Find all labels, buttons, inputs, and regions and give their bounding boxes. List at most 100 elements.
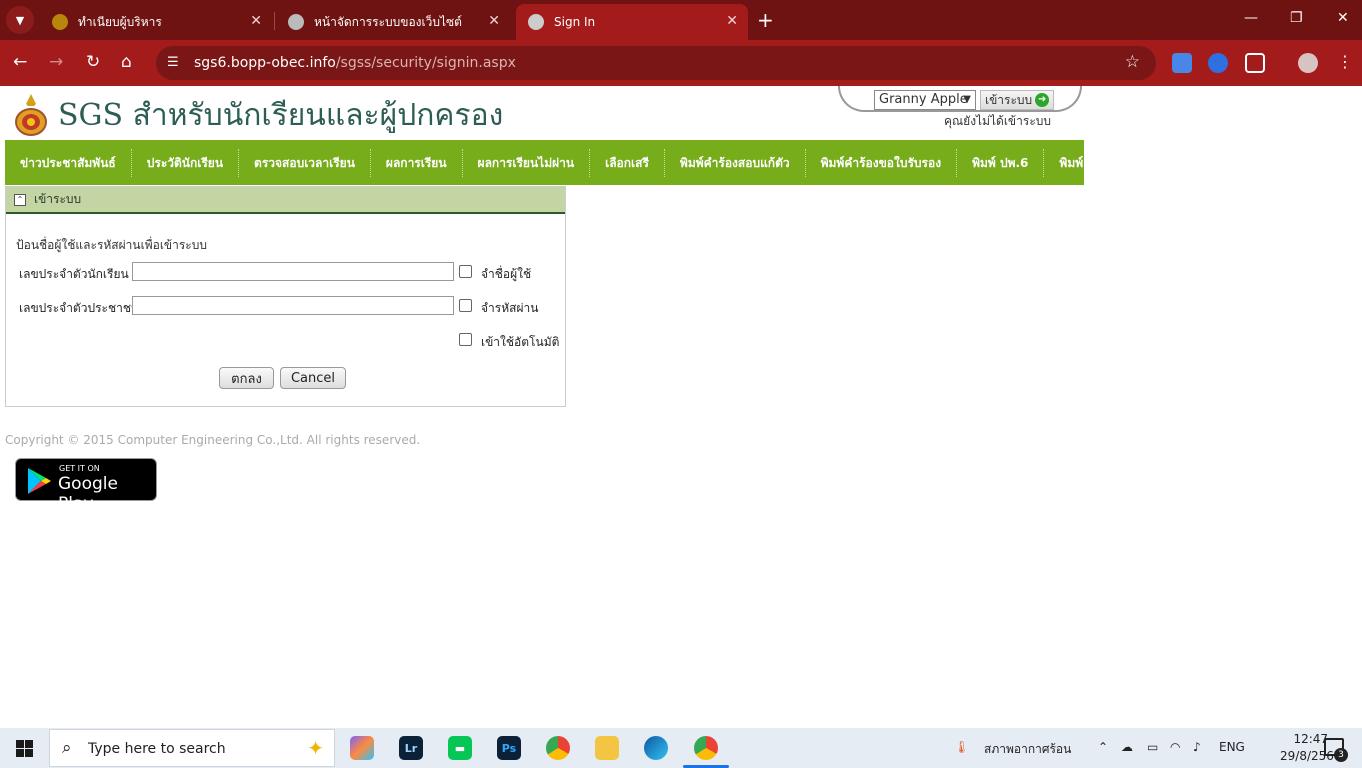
menu-item-electives[interactable]: เลือกเสรี: [590, 148, 665, 177]
auto-login-checkbox[interactable]: [459, 333, 472, 346]
site-info-icon[interactable]: ☰: [167, 55, 179, 70]
copilot-app-icon[interactable]: [350, 736, 374, 760]
login-panel-title: เข้าระบบ: [34, 192, 82, 206]
gplay-big-text: Google Play: [58, 474, 118, 514]
copilot-sparkle-icon: ✦: [307, 736, 324, 760]
home-icon[interactable]: ⌂: [121, 52, 132, 72]
browser-tab-strip: ▼ ทำเนียบผู้บริหาร ✕ หน้าจัดการระบบของเว…: [0, 0, 1362, 40]
tab-site-admin[interactable]: หน้าจัดการระบบของเว็บไซต์ ✕: [276, 4, 510, 40]
search-icon: ⌕: [62, 738, 72, 758]
tab-title: ทำเนียบผู้บริหาร: [78, 14, 162, 29]
header-login-button[interactable]: เข้าระบบ ➜: [980, 90, 1055, 110]
remember-user-checkbox[interactable]: [459, 265, 472, 278]
ok-button[interactable]: ตกลง: [219, 367, 274, 389]
google-play-badge[interactable]: GET IT ON Google Play: [15, 458, 157, 514]
user-select-value: Granny Apple: [879, 92, 968, 107]
bookmark-star-icon[interactable]: ☆: [1125, 52, 1140, 72]
reload-icon[interactable]: ↻: [86, 52, 100, 72]
menu-item-grades[interactable]: ผลการเรียน: [371, 148, 463, 177]
restore-icon[interactable]: ❐: [1290, 10, 1303, 26]
close-tab-icon[interactable]: ✕: [726, 13, 738, 29]
chevron-up-icon[interactable]: ⌃: [1098, 740, 1108, 754]
notification-count-badge: 3: [1334, 748, 1348, 762]
school-seal-icon: [52, 14, 68, 30]
browser-toolbar: ← → ↻ ⌂ ☰ sgs6.bopp-obec.info/sgss/secur…: [0, 40, 1362, 86]
globe-icon: [288, 14, 304, 30]
remember-password-label: จำรหัสผ่าน: [481, 301, 539, 315]
line-app-icon[interactable]: ▬: [448, 736, 472, 760]
weather-text[interactable]: สภาพอากาศร้อน: [984, 740, 1071, 759]
google-play-icon: [28, 468, 51, 494]
input-language[interactable]: ENG: [1219, 740, 1245, 754]
menu-item-news[interactable]: ข่าวประชาสัมพันธ์: [5, 148, 132, 177]
edge-app-icon[interactable]: [644, 736, 668, 760]
thermometer-icon[interactable]: 🌡: [954, 740, 969, 754]
auto-login-label: เข้าใช้อัตโนมัติ: [481, 335, 560, 349]
address-bar[interactable]: ☰ sgs6.bopp-obec.info/sgss/security/sign…: [156, 46, 1156, 80]
close-tab-icon[interactable]: ✕: [488, 13, 500, 29]
tab-search-chevron-icon[interactable]: ▼: [6, 6, 34, 34]
url-host: sgs6.bopp-obec.info: [194, 55, 336, 71]
new-tab-button[interactable]: +: [757, 8, 774, 32]
copyright-text: Copyright © 2015 Computer Engineering Co…: [5, 433, 421, 447]
onedrive-sync-icon[interactable]: ☁: [1121, 740, 1133, 754]
extensions-puzzle-icon[interactable]: [1245, 53, 1265, 73]
meet-now-icon[interactable]: ▭: [1147, 740, 1158, 754]
minimize-icon[interactable]: —: [1244, 10, 1258, 26]
profile-avatar[interactable]: [1298, 53, 1318, 73]
tab-title: Sign In: [554, 15, 596, 29]
search-placeholder: Type here to search: [88, 741, 226, 757]
login-panel: ⌃ เข้าระบบ ป้อนชื่อผู้ใช้และรหัสผ่านเพื่…: [5, 186, 566, 407]
menu-item-print-pp1[interactable]: พิมพ์ ปพ.1: [1044, 149, 1130, 177]
chrome-app-icon[interactable]: [546, 736, 570, 760]
user-select-dropdown[interactable]: Granny Apple ▼: [874, 90, 976, 110]
citizen-id-label: เลขประจำตัวประชาชน: [19, 301, 140, 315]
header-login-label: เข้าระบบ: [985, 92, 1033, 107]
more-menu-icon[interactable]: ⋮: [1337, 52, 1353, 71]
menu-item-student-profile[interactable]: ประวัตินักเรียน: [132, 148, 240, 177]
photoshop-app-icon[interactable]: Ps: [497, 736, 521, 760]
zoom-extension-icon[interactable]: [1208, 53, 1228, 73]
main-menu: ข่าวประชาสัมพันธ์ ประวัตินักเรียน ตรวจสอ…: [5, 140, 1116, 185]
globe-icon: [528, 14, 544, 30]
site-title: SGS สำหรับนักเรียนและผู้ปกครอง: [58, 98, 504, 133]
wifi-icon[interactable]: ◠: [1170, 740, 1180, 754]
menu-item-print-pp6[interactable]: พิมพ์ ปพ.6: [957, 148, 1045, 177]
menu-item-failed-grades[interactable]: ผลการเรียนไม่ผ่าน: [463, 148, 591, 177]
web-page: SGS สำหรับนักเรียนและผู้ปกครอง Granny Ap…: [0, 86, 1362, 728]
menu-item-attendance[interactable]: ตรวจสอบเวลาเรียน: [239, 148, 371, 177]
chrome-profile-app-icon[interactable]: [694, 736, 718, 760]
student-id-label: เลขประจำตัวนักเรียน: [19, 267, 129, 281]
back-icon[interactable]: ←: [13, 52, 27, 72]
tab-sign-in[interactable]: Sign In ✕: [516, 4, 748, 40]
tab-title: หน้าจัดการระบบของเว็บไซต์: [314, 14, 462, 29]
chevron-down-icon: ▼: [963, 94, 971, 105]
remember-password-checkbox[interactable]: [459, 299, 472, 312]
collapse-icon[interactable]: ⌃: [14, 193, 26, 206]
url-path: /sgss/security/signin.aspx: [335, 55, 516, 71]
forward-icon[interactable]: →: [49, 52, 63, 72]
lightroom-app-icon[interactable]: Lr: [399, 736, 423, 760]
student-id-input[interactable]: [132, 262, 454, 281]
remember-user-label: จำชื่อผู้ใช้: [481, 267, 532, 281]
taskbar-search-box[interactable]: ⌕ Type here to search ✦: [49, 729, 335, 767]
cancel-button[interactable]: Cancel: [280, 367, 346, 389]
google-translate-icon[interactable]: [1172, 53, 1192, 73]
login-status-text: คุณยังไม่ได้เข้าระบบ: [944, 114, 1051, 128]
login-panel-header: ⌃ เข้าระบบ: [6, 187, 565, 214]
windows-taskbar: ⌕ Type here to search ✦ Lr ▬ Ps 🌡 สภาพอา…: [0, 728, 1362, 768]
menu-item-print-certificate-request[interactable]: พิมพ์คำร้องขอใบรับรอง: [806, 148, 958, 177]
tab-executives[interactable]: ทำเนียบผู้บริหาร ✕: [40, 4, 272, 40]
volume-icon[interactable]: ♪: [1193, 740, 1201, 754]
file-explorer-icon[interactable]: [595, 736, 619, 760]
login-instruction: ป้อนชื่อผู้ใช้และรหัสผ่านเพื่อเข้าระบบ: [16, 238, 207, 252]
arrow-right-circle-icon: ➜: [1035, 93, 1050, 107]
citizen-id-input[interactable]: [132, 296, 454, 315]
windows-start-icon[interactable]: [16, 740, 33, 757]
close-tab-icon[interactable]: ✕: [250, 13, 262, 29]
menu-item-print-retest-request[interactable]: พิมพ์คำร้องสอบแก้ตัว: [665, 148, 806, 177]
url-text[interactable]: sgs6.bopp-obec.info/sgss/security/signin…: [194, 55, 516, 71]
tab-divider: [274, 12, 275, 30]
obec-seal-logo: [15, 94, 47, 136]
close-window-icon[interactable]: ✕: [1337, 10, 1349, 26]
